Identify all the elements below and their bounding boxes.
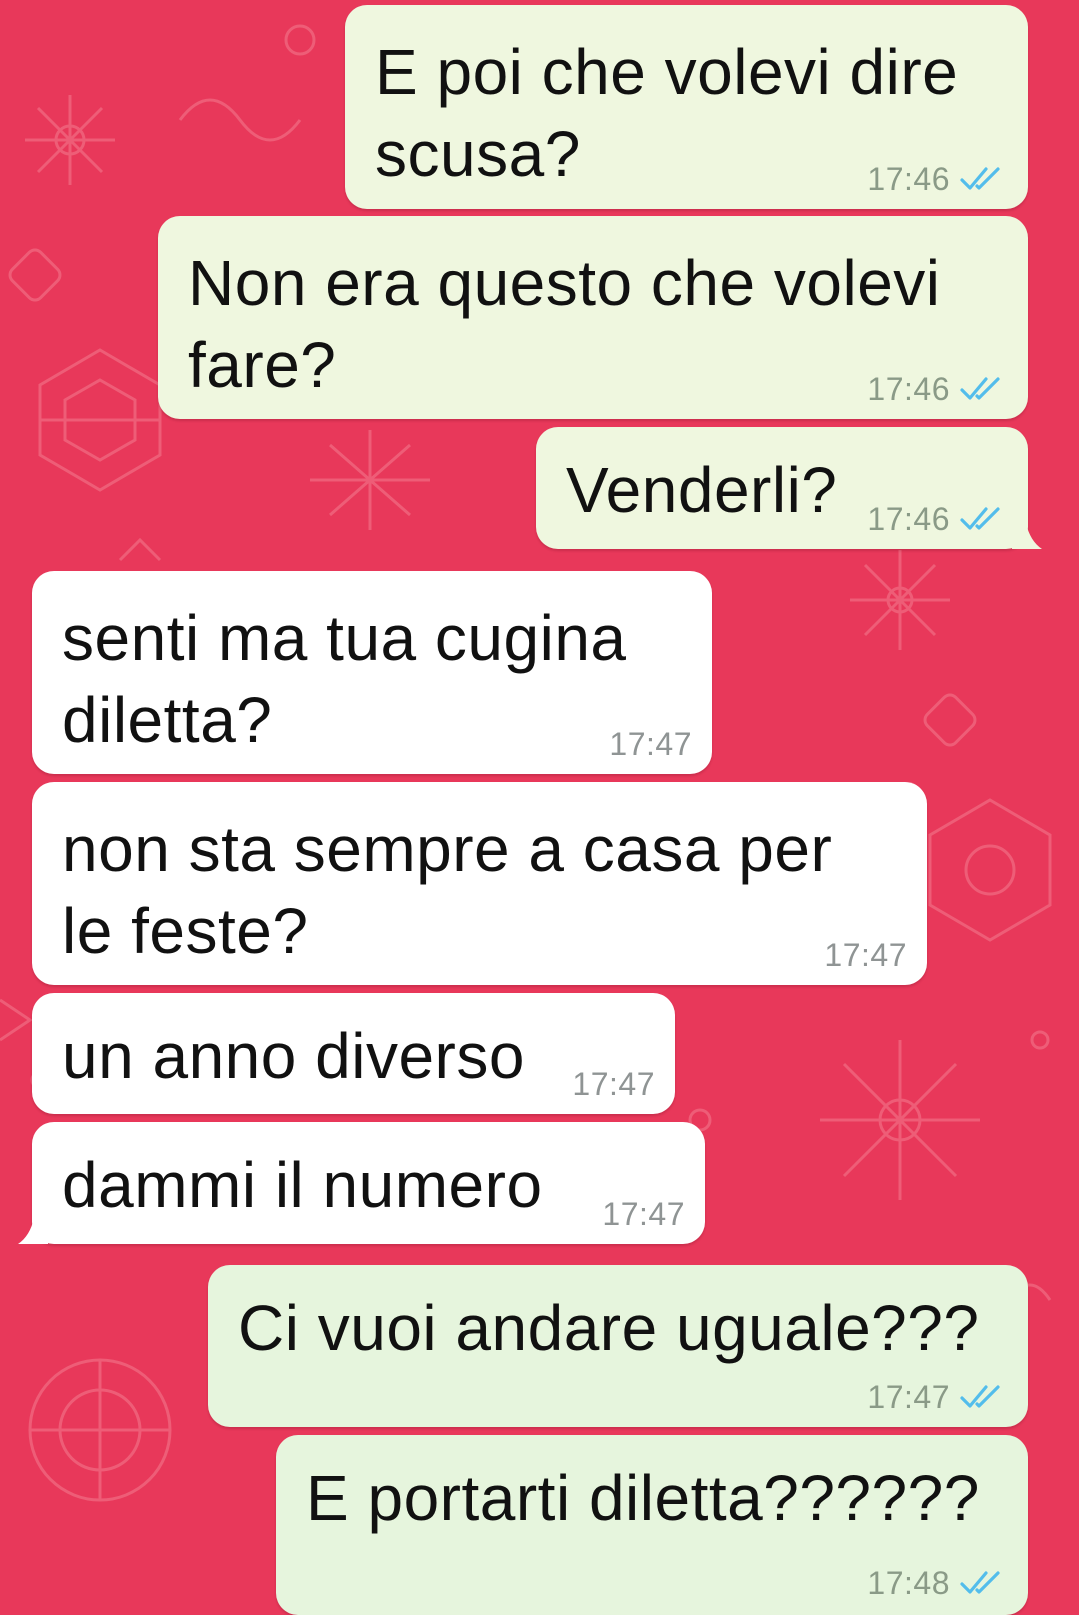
message-text: senti ma tua cugina diletta?	[62, 602, 627, 756]
message-meta: 17:48	[867, 1565, 1006, 1601]
message-bubble-incoming[interactable]: dammi il numero 17:47	[18, 1122, 705, 1244]
message-meta: 17:46	[867, 161, 1006, 197]
message-time: 17:48	[867, 1565, 950, 1601]
bubble-tail	[1012, 523, 1042, 549]
message-bubble-incoming[interactable]: non sta sempre a casa per le feste? 17:4…	[32, 782, 927, 985]
read-double-check-icon	[960, 1385, 1000, 1408]
message-time: 17:46	[867, 371, 950, 407]
message-text: un anno diverso	[62, 1020, 525, 1092]
message-time: 17:46	[867, 161, 950, 197]
message-time: 17:46	[867, 501, 950, 537]
read-double-check-icon	[960, 377, 1000, 400]
message-bubble-outgoing[interactable]: Non era questo che volevi fare? 17:46	[158, 216, 1028, 419]
message-text: Non era questo che volevi fare?	[188, 247, 941, 401]
message-meta: 17:47	[609, 726, 692, 762]
message-meta: 17:47	[602, 1196, 685, 1232]
read-double-check-icon	[960, 507, 1000, 530]
message-meta: 17:47	[867, 1379, 1006, 1415]
message-text: non sta sempre a casa per le feste?	[62, 813, 833, 967]
message-bubble-incoming[interactable]: senti ma tua cugina diletta? 17:47	[32, 571, 712, 774]
message-meta: 17:47	[824, 937, 907, 973]
message-time: 17:47	[867, 1379, 950, 1415]
message-time: 17:47	[824, 937, 907, 973]
message-text: E portarti diletta??????	[306, 1462, 980, 1534]
message-bubble-outgoing[interactable]: Venderli? 17:46	[536, 427, 1042, 549]
message-text: dammi il numero	[62, 1149, 543, 1221]
message-text: Ci vuoi andare uguale???	[238, 1292, 980, 1364]
message-bubble-incoming[interactable]: un anno diverso 17:47	[32, 993, 675, 1114]
message-bubble-outgoing[interactable]: E portarti diletta?????? 17:48	[276, 1435, 1028, 1615]
read-double-check-icon	[960, 1571, 1000, 1594]
read-double-check-icon	[960, 167, 1000, 190]
message-time: 17:47	[602, 1196, 685, 1232]
message-time: 17:47	[572, 1066, 655, 1102]
message-bubble-outgoing[interactable]: Ci vuoi andare uguale??? 17:47	[208, 1265, 1028, 1427]
message-time: 17:47	[609, 726, 692, 762]
message-bubble-outgoing[interactable]: E poi che volevi dire scusa? 17:46	[345, 5, 1028, 209]
message-text: Venderli?	[566, 454, 838, 526]
message-meta: 17:46	[867, 371, 1006, 407]
bubble-tail	[18, 1218, 48, 1244]
message-meta: 17:47	[572, 1066, 655, 1102]
message-meta: 17:46	[867, 501, 1006, 537]
